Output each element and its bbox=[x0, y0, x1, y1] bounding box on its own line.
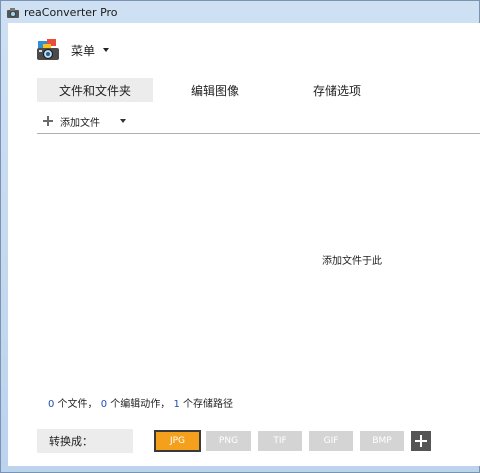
title-bar: reaConverter Pro bbox=[1, 1, 480, 23]
drop-hint: 添加文件于此 bbox=[322, 256, 382, 267]
format-jpg-button[interactable]: JPG bbox=[154, 430, 201, 452]
format-gif-button[interactable]: GIF bbox=[309, 431, 353, 451]
format-png-button[interactable]: PNG bbox=[206, 431, 251, 451]
convert-label: 转换成： bbox=[37, 429, 133, 453]
path-text: 个存储路径 bbox=[179, 399, 234, 410]
file-drop-area[interactable]: 添加文件于此 bbox=[37, 134, 480, 389]
tab-files-folders[interactable]: 文件和文件夹 bbox=[37, 78, 153, 102]
files-text: 个文件， bbox=[54, 399, 98, 410]
status-summary: 0 个文件， 0 个编辑动作， 1 个存储路径 bbox=[48, 395, 233, 410]
main-menu-button[interactable]: 菜单 bbox=[35, 35, 110, 65]
tab-save-options[interactable]: 存储选项 bbox=[277, 78, 397, 102]
plus-square-icon[interactable] bbox=[411, 431, 431, 451]
convert-bar: 转换成： JPG PNG TIF GIF BMP bbox=[37, 429, 431, 453]
edit-text: 个编辑动作， bbox=[107, 399, 171, 410]
plus-icon bbox=[43, 116, 53, 126]
camera-icon bbox=[6, 5, 20, 19]
format-bmp-button[interactable]: BMP bbox=[360, 431, 404, 451]
add-files-label: 添加文件 bbox=[60, 117, 100, 129]
add-files-button[interactable]: 添加文件 bbox=[43, 112, 126, 130]
window-title: reaConverter Pro bbox=[24, 5, 118, 19]
camera-logo-icon bbox=[35, 37, 61, 63]
menu-label: 菜单 bbox=[71, 43, 96, 58]
chevron-down-icon bbox=[103, 48, 110, 52]
app-window: reaConverter Pro 菜单 文件和文件夹 编辑图像 存储选项 添加文… bbox=[0, 0, 480, 473]
main-panel: 菜单 文件和文件夹 编辑图像 存储选项 添加文件 添加文件于此 0 个文件， 0… bbox=[8, 23, 480, 466]
tab-bar: 文件和文件夹 编辑图像 存储选项 bbox=[37, 78, 397, 102]
chevron-down-icon[interactable] bbox=[120, 119, 126, 123]
tab-edit-images[interactable]: 编辑图像 bbox=[153, 78, 277, 102]
format-tif-button[interactable]: TIF bbox=[258, 431, 302, 451]
